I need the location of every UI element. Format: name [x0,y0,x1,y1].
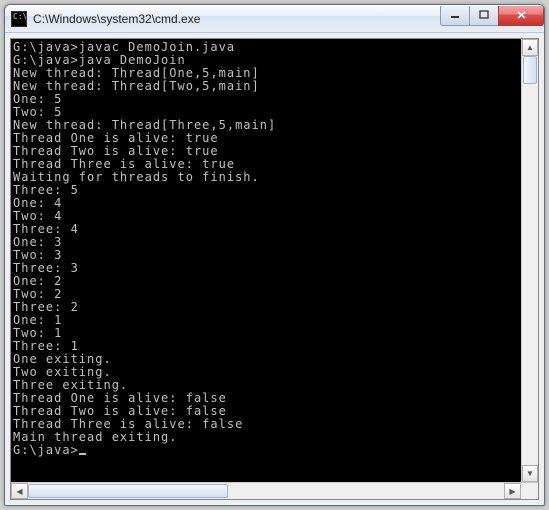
console-line: Two: 4 [13,210,519,223]
console-line: Three: 4 [13,223,519,236]
cmd-icon: C:\ [11,11,27,27]
console-line: Three: 2 [13,301,519,314]
minimize-button[interactable] [440,6,470,26]
console-line: G:\java> [13,444,519,457]
maximize-icon [479,10,489,20]
scroll-up-button[interactable]: ▲ [522,39,538,56]
scroll-right-button[interactable]: ▶ [504,483,521,499]
console-line: Two: 1 [13,327,519,340]
console-line: Two: 3 [13,249,519,262]
console-line: One: 3 [13,236,519,249]
client-area: G:\java>javac DemoJoin.javaG:\java>java … [10,38,539,500]
console-line: One: 2 [13,275,519,288]
window-title: C:\Windows\system32\cmd.exe [33,12,441,26]
horizontal-scrollbar[interactable]: ◀ ▶ [11,482,538,499]
title-bar[interactable]: C:\ C:\Windows\system32\cmd.exe [5,5,544,33]
console-line: One: 1 [13,314,519,327]
vertical-scroll-track[interactable] [522,56,538,465]
cursor [79,453,86,455]
console-line: Waiting for threads to finish. [13,171,519,184]
console-line: New thread: Thread[Two,5,main] [13,80,519,93]
scrollbar-corner [521,483,538,499]
maximize-button[interactable] [469,6,499,26]
console-output[interactable]: G:\java>javac DemoJoin.javaG:\java>java … [11,39,521,482]
vertical-scrollbar[interactable]: ▲ ▼ [521,39,538,482]
scroll-down-button[interactable]: ▼ [522,465,538,482]
console-line: Main thread exiting. [13,431,519,444]
close-icon [516,10,527,20]
console-line: Three: 5 [13,184,519,197]
horizontal-scroll-track[interactable] [28,483,504,499]
window-controls [441,6,544,26]
cmd-window: C:\ C:\Windows\system32\cmd.exe G:\java>… [4,4,545,506]
horizontal-scroll-thumb[interactable] [28,484,228,498]
scroll-left-button[interactable]: ◀ [11,483,28,499]
console-wrap: G:\java>javac DemoJoin.javaG:\java>java … [11,39,538,482]
console-line: Two: 2 [13,288,519,301]
close-button[interactable] [498,6,544,26]
vertical-scroll-thumb[interactable] [523,56,537,84]
console-line: One: 5 [13,93,519,106]
console-line: Three: 3 [13,262,519,275]
console-line: One: 4 [13,197,519,210]
minimize-icon [450,10,460,20]
